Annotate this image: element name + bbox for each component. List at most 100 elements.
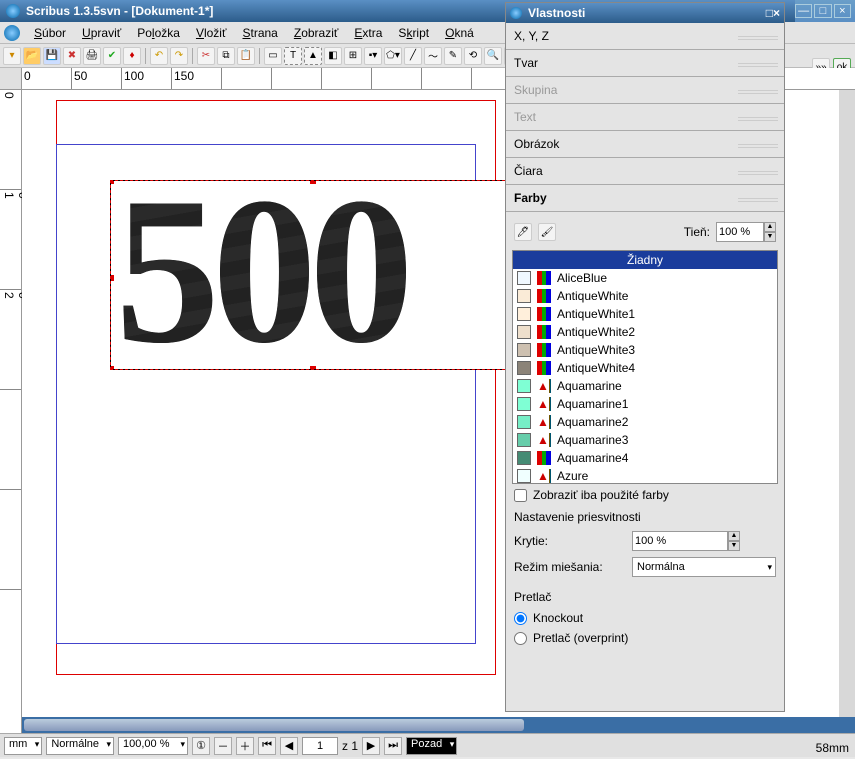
- table-tool[interactable]: ⊞: [344, 47, 362, 65]
- stroke-mode-button[interactable]: 🖌: [538, 223, 556, 241]
- show-used-only-checkbox[interactable]: [514, 489, 527, 502]
- color-swatch: [517, 379, 531, 393]
- tab-colors[interactable]: Farby: [506, 185, 784, 212]
- zoom-100-button[interactable]: ①: [192, 737, 210, 755]
- color-name: AntiqueWhite2: [557, 325, 635, 339]
- close-button[interactable]: ✖: [63, 47, 81, 65]
- color-name: AntiqueWhite4: [557, 361, 635, 375]
- color-row[interactable]: Žiadny: [513, 251, 777, 269]
- select-tool[interactable]: ▭: [264, 47, 282, 65]
- color-list[interactable]: Žiadny AliceBlue AntiqueWhiteAntiqueWhite1…: [512, 250, 778, 484]
- knockout-radio[interactable]: [514, 612, 527, 625]
- horizontal-scrollbar[interactable]: [22, 717, 855, 733]
- color-swatch: [517, 469, 531, 483]
- paste-button[interactable]: 📋: [237, 47, 255, 65]
- tab-line[interactable]: Čiara: [506, 158, 784, 185]
- properties-panel: Vlastnosti □ × X, Y, Z Tvar Skupina Text…: [505, 2, 785, 712]
- last-page-button[interactable]: ⏭: [384, 737, 402, 755]
- first-page-button[interactable]: ⏮: [258, 737, 276, 755]
- panel-shade-button[interactable]: □: [766, 6, 773, 20]
- overprint-radio[interactable]: [514, 632, 527, 645]
- fill-mode-button[interactable]: 🖊: [514, 223, 532, 241]
- color-name: AntiqueWhite3: [557, 343, 635, 357]
- render-frame-tool[interactable]: ◧: [324, 47, 342, 65]
- new-doc-button[interactable]: ▾: [3, 47, 21, 65]
- image-frame[interactable]: 500: [110, 180, 510, 370]
- bg-maximize-button[interactable]: □: [814, 4, 831, 18]
- prev-page-button[interactable]: ◀: [280, 737, 298, 755]
- save-button[interactable]: 💾: [43, 47, 61, 65]
- text-frame-tool[interactable]: T: [284, 47, 302, 65]
- zoom-in-button[interactable]: ＋: [236, 737, 254, 755]
- panel-close-button[interactable]: ×: [773, 6, 780, 20]
- color-name: AliceBlue: [557, 271, 607, 285]
- color-row[interactable]: AntiqueWhite: [513, 287, 777, 305]
- preview-mode-combo[interactable]: Normálne: [46, 737, 114, 755]
- cut-button[interactable]: ✂: [197, 47, 215, 65]
- menu-script[interactable]: Skript: [390, 24, 437, 42]
- color-row[interactable]: AntiqueWhite1: [513, 305, 777, 323]
- menu-page[interactable]: Strana: [234, 24, 285, 42]
- bg-minimize-button[interactable]: —: [795, 4, 812, 18]
- preflight-button[interactable]: ✔: [103, 47, 121, 65]
- menu-file[interactable]: Súbor: [26, 24, 74, 42]
- shade-spinner[interactable]: ▲▼: [716, 222, 776, 242]
- redo-button[interactable]: ↷: [170, 47, 188, 65]
- color-row[interactable]: AntiqueWhite4: [513, 359, 777, 377]
- shape-tool[interactable]: ▪▾: [364, 47, 382, 65]
- menu-extras[interactable]: Extra: [346, 24, 390, 42]
- bg-close-button[interactable]: ×: [834, 4, 851, 18]
- rgb-icon: [537, 307, 551, 321]
- vertical-ruler[interactable]: 0 100 200: [0, 90, 22, 733]
- blend-mode-combo[interactable]: Normálna: [632, 557, 776, 577]
- undo-button[interactable]: ↶: [150, 47, 168, 65]
- color-row[interactable]: ▲Aquamarine3: [513, 431, 777, 449]
- line-tool[interactable]: ╱: [404, 47, 422, 65]
- color-swatch: [517, 451, 531, 465]
- bezier-tool[interactable]: ～: [424, 47, 442, 65]
- zoom-tool[interactable]: 🔍: [484, 47, 502, 65]
- color-row[interactable]: ▲Aquamarine2: [513, 413, 777, 431]
- color-row[interactable]: ▲Aquamarine1: [513, 395, 777, 413]
- image-frame-tool[interactable]: ▲: [304, 47, 322, 65]
- color-row[interactable]: ▲Azure: [513, 467, 777, 484]
- tab-shape[interactable]: Tvar: [506, 50, 784, 77]
- menu-windows[interactable]: Okná: [437, 24, 482, 42]
- color-row[interactable]: AntiqueWhite3: [513, 341, 777, 359]
- unit-combo[interactable]: mm: [4, 737, 42, 755]
- color-name: Azure: [557, 469, 588, 483]
- page-number-input[interactable]: [302, 737, 338, 755]
- polygon-tool[interactable]: ⬠▾: [384, 47, 402, 65]
- menu-insert[interactable]: Vložiť: [188, 24, 235, 42]
- color-row[interactable]: ▲Aquamarine: [513, 377, 777, 395]
- rgb-icon: [537, 289, 551, 303]
- copy-button[interactable]: ⧉: [217, 47, 235, 65]
- rotate-tool[interactable]: ⟲: [464, 47, 482, 65]
- panel-title: Vlastnosti: [528, 6, 585, 20]
- tab-image[interactable]: Obrázok: [506, 131, 784, 158]
- color-row[interactable]: Aquamarine4: [513, 449, 777, 467]
- opacity-spinner[interactable]: ▲▼: [632, 531, 740, 551]
- color-swatch: [517, 397, 531, 411]
- zoom-input[interactable]: 100,00 %: [118, 737, 188, 755]
- freehand-tool[interactable]: ✎: [444, 47, 462, 65]
- vertical-scrollbar[interactable]: [839, 90, 855, 717]
- menu-edit[interactable]: Upraviť: [74, 24, 129, 42]
- rgb-icon: [537, 325, 551, 339]
- next-page-button[interactable]: ▶: [362, 737, 380, 755]
- tab-text: Text: [506, 104, 784, 131]
- zoom-out-button[interactable]: －: [214, 737, 232, 755]
- warning-icon: ▲: [537, 379, 551, 393]
- tab-xyz[interactable]: X, Y, Z: [506, 23, 784, 50]
- menu-view[interactable]: Zobraziť: [286, 24, 347, 42]
- menu-item[interactable]: Položka: [129, 24, 188, 42]
- open-button[interactable]: 📂: [23, 47, 41, 65]
- print-button[interactable]: 🖨: [83, 47, 101, 65]
- ruler-origin[interactable]: [0, 68, 22, 90]
- knockout-label: Knockout: [533, 611, 583, 625]
- pdf-button[interactable]: ♦: [123, 47, 141, 65]
- layer-combo[interactable]: Pozad: [406, 737, 457, 755]
- color-row[interactable]: AliceBlue: [513, 269, 777, 287]
- color-swatch: [517, 289, 531, 303]
- color-row[interactable]: AntiqueWhite2: [513, 323, 777, 341]
